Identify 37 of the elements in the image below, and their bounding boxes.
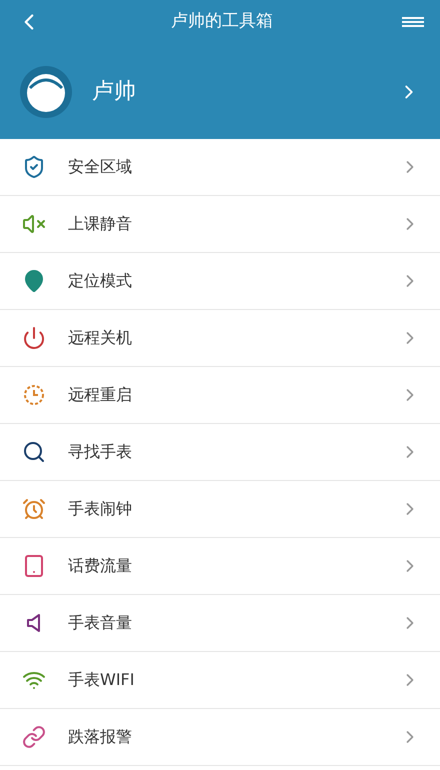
alarm-clock-icon — [22, 497, 46, 521]
map-pin-icon — [22, 269, 46, 293]
power-icon — [22, 326, 46, 350]
avatar — [20, 66, 72, 118]
menu-label: 定位模式 — [68, 270, 133, 292]
menu-label: 远程重启 — [68, 384, 133, 406]
menu-icon[interactable] — [402, 16, 424, 28]
profile-row[interactable]: 卢帅 — [0, 44, 440, 139]
menu-item[interactable]: 跌落报警 — [0, 709, 440, 766]
speaker-icon — [27, 613, 41, 633]
menu-item[interactable]: 手表闹钟 — [0, 481, 440, 538]
dashed-clock-icon — [22, 383, 46, 407]
menu-label: 远程关机 — [68, 327, 133, 349]
menu-label: 话费流量 — [68, 555, 133, 577]
window-title: 卢帅的工具箱 — [171, 10, 273, 34]
menu-item[interactable]: 上课静音 — [0, 196, 440, 253]
menu-item[interactable]: 定位模式 — [0, 253, 440, 310]
menu-item[interactable]: 手表WIFI — [0, 652, 440, 709]
menu-label: 寻找手表 — [68, 441, 133, 463]
menu-label: 跌落报警 — [68, 726, 133, 748]
menu-label: 上课静音 — [68, 213, 133, 235]
menu-item[interactable]: 话费流量 — [0, 538, 440, 595]
shield-check-icon — [22, 155, 46, 179]
menu-item[interactable]: 寻找手表 — [0, 424, 440, 481]
menu-item[interactable]: 远程重启 — [0, 367, 440, 424]
menu-item[interactable]: 安全区域 — [0, 139, 440, 196]
menu-label: 手表闹钟 — [68, 498, 133, 520]
menu-label: 手表WIFI — [68, 669, 136, 691]
menu-item[interactable]: 远程关机 — [0, 310, 440, 367]
profile-name: 卢帅 — [92, 78, 137, 106]
search-icon — [22, 440, 46, 464]
menu-item[interactable]: 手表音量 — [0, 595, 440, 652]
menu-label: 安全区域 — [68, 156, 133, 178]
link-icon — [22, 725, 46, 749]
tablet-icon — [22, 554, 46, 578]
menu-label: 手表音量 — [68, 612, 133, 634]
speaker-muted-icon — [22, 212, 46, 236]
